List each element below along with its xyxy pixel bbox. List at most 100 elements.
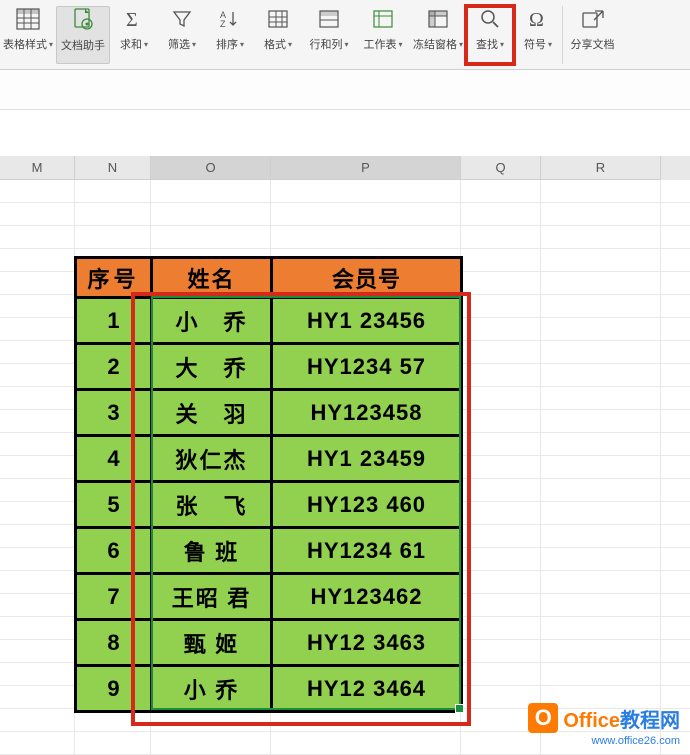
caret-icon: ▾: [548, 40, 552, 49]
col-header-R[interactable]: R: [541, 156, 661, 180]
find-icon: [477, 6, 503, 32]
tool-label: 行和列: [309, 36, 342, 52]
cell-no[interactable]: 3: [76, 390, 152, 436]
table-row[interactable]: 3关 羽HY123458: [76, 390, 462, 436]
tool-filter[interactable]: 筛选▾: [158, 6, 206, 64]
cell-name[interactable]: 甄 姬: [152, 620, 272, 666]
spreadsheet-area[interactable]: M N O P Q R 序号 姓名 会员号 1小 乔HY1 234562大 乔H…: [0, 156, 690, 740]
caret-icon: ▾: [144, 40, 148, 49]
tool-sort[interactable]: AZ 排序▾: [206, 6, 254, 64]
data-table: 序号 姓名 会员号 1小 乔HY1 234562大 乔HY1234 573关 羽…: [74, 256, 463, 713]
tool-label: 工作表: [363, 36, 396, 52]
spacer: [0, 110, 690, 156]
table-row[interactable]: 6鲁 班HY1234 61: [76, 528, 462, 574]
col-header-M[interactable]: M: [0, 156, 75, 180]
cell-code[interactable]: HY123462: [272, 574, 462, 620]
tool-share[interactable]: 分享文档: [562, 6, 618, 64]
col-header-P[interactable]: P: [271, 156, 461, 180]
tool-label: 文档助手: [61, 37, 105, 53]
tool-worksheet[interactable]: 工作表▾: [356, 6, 410, 64]
watermark-brand2: 教程网: [620, 710, 680, 732]
table-style-icon: [15, 6, 41, 32]
tool-doc-assistant[interactable]: 文档助手: [56, 6, 110, 64]
svg-text:Σ: Σ: [126, 9, 138, 30]
caret-icon: ▾: [192, 40, 196, 49]
format-icon: [265, 6, 291, 32]
tool-label: 求和: [120, 36, 142, 52]
tool-symbol[interactable]: Ω 符号▾: [514, 6, 562, 64]
tool-freeze-panes[interactable]: 冻结窗格▾: [410, 6, 466, 64]
tool-label: 筛选: [168, 36, 190, 52]
cell-no[interactable]: 8: [76, 620, 152, 666]
tool-rows-cols[interactable]: 行和列▾: [302, 6, 356, 64]
table-row[interactable]: 1小 乔HY1 23456: [76, 298, 462, 344]
sort-icon: AZ: [217, 6, 243, 32]
watermark-logo: O: [528, 703, 558, 733]
col-header-Q[interactable]: Q: [461, 156, 541, 180]
caret-icon: ▾: [240, 40, 244, 49]
cell-code[interactable]: HY1 23459: [272, 436, 462, 482]
column-headers: M N O P Q R: [0, 156, 690, 180]
cell-name[interactable]: 鲁 班: [152, 528, 272, 574]
cell-code[interactable]: HY123458: [272, 390, 462, 436]
tool-label: 格式: [264, 36, 286, 52]
watermark: O Office教程网 www.office26.com: [528, 703, 680, 733]
caret-icon: ▾: [398, 40, 402, 49]
doc-assistant-icon: [70, 7, 96, 33]
cell-no[interactable]: 6: [76, 528, 152, 574]
th-name[interactable]: 姓名: [152, 258, 272, 298]
table-row[interactable]: 4狄仁杰HY1 23459: [76, 436, 462, 482]
cell-no[interactable]: 7: [76, 574, 152, 620]
cell-name[interactable]: 狄仁杰: [152, 436, 272, 482]
share-icon: [580, 6, 606, 32]
symbol-icon: Ω: [525, 6, 551, 32]
tool-label: 分享文档: [571, 36, 615, 52]
table-row[interactable]: 8甄 姬HY12 3463: [76, 620, 462, 666]
cell-name[interactable]: 大 乔: [152, 344, 272, 390]
cell-name[interactable]: 小 乔: [152, 298, 272, 344]
table-row[interactable]: 9小 乔HY12 3464: [76, 666, 462, 712]
tool-find[interactable]: 查找▾: [466, 6, 514, 64]
svg-text:Ω: Ω: [529, 9, 544, 30]
cell-no[interactable]: 1: [76, 298, 152, 344]
tool-label: 查找: [476, 36, 498, 52]
tool-label: 冻结窗格: [413, 36, 457, 52]
cell-no[interactable]: 2: [76, 344, 152, 390]
cell-no[interactable]: 5: [76, 482, 152, 528]
cell-code[interactable]: HY12 3463: [272, 620, 462, 666]
col-header-N[interactable]: N: [75, 156, 151, 180]
cell-name[interactable]: 小 乔: [152, 666, 272, 712]
cell-code[interactable]: HY1234 57: [272, 344, 462, 390]
th-code[interactable]: 会员号: [272, 258, 462, 298]
table-header-row: 序号 姓名 会员号: [76, 258, 462, 298]
sum-icon: Σ: [121, 6, 147, 32]
worksheet-icon: [370, 6, 396, 32]
tool-sum[interactable]: Σ 求和▾: [110, 6, 158, 64]
cell-no[interactable]: 4: [76, 436, 152, 482]
table-row[interactable]: 2大 乔HY1234 57: [76, 344, 462, 390]
cell-no[interactable]: 9: [76, 666, 152, 712]
tool-table-style[interactable]: 表格样式▾: [0, 6, 56, 64]
cell-code[interactable]: HY1234 61: [272, 528, 462, 574]
th-no[interactable]: 序号: [76, 258, 152, 298]
tool-format[interactable]: 格式▾: [254, 6, 302, 64]
cell-code[interactable]: HY12 3464: [272, 666, 462, 712]
ribbon-toolbar: 表格样式▾ 文档助手 Σ 求和▾ 筛选▾ AZ 排序▾ 格式▾ 行和列▾: [0, 0, 690, 70]
tool-label: 表格样式: [3, 36, 47, 52]
cell-name[interactable]: 张 飞: [152, 482, 272, 528]
watermark-url: www.office26.com: [592, 735, 680, 747]
freeze-panes-icon: [425, 6, 451, 32]
watermark-brand1: Office: [563, 710, 620, 732]
table-row[interactable]: 5张 飞HY123 460: [76, 482, 462, 528]
table-row[interactable]: 7王昭 君HY123462: [76, 574, 462, 620]
cell-code[interactable]: HY1 23456: [272, 298, 462, 344]
cell-name[interactable]: 关 羽: [152, 390, 272, 436]
caret-icon: ▾: [288, 40, 292, 49]
formula-bar-area: [0, 70, 690, 110]
cell-name[interactable]: 王昭 君: [152, 574, 272, 620]
cell-code[interactable]: HY123 460: [272, 482, 462, 528]
col-header-O[interactable]: O: [151, 156, 271, 180]
filter-icon: [169, 6, 195, 32]
grid[interactable]: 序号 姓名 会员号 1小 乔HY1 234562大 乔HY1234 573关 羽…: [0, 180, 690, 740]
caret-icon: ▾: [500, 40, 504, 49]
